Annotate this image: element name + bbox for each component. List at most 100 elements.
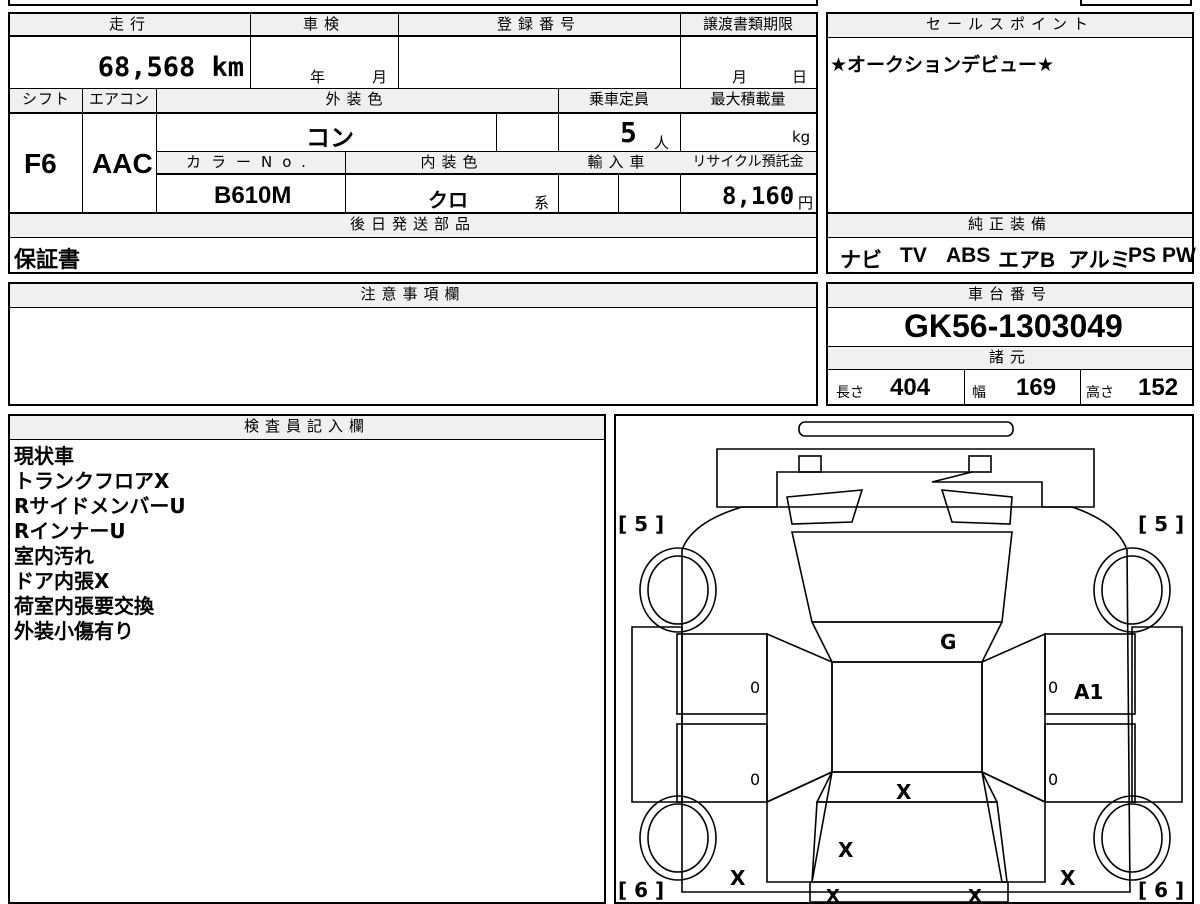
specs-header: 諸元 [828, 346, 1192, 370]
chassis-header: 車台番号 [828, 284, 1192, 308]
equipment-item-pw: PW [1162, 244, 1196, 267]
inspection-header: 車検 [250, 14, 398, 36]
top-stub-row-right [1080, 0, 1192, 6]
windshield [791, 531, 1013, 623]
damage-mark-bottom-left: X [826, 886, 840, 904]
inspector-line: 現状車 [14, 444, 74, 468]
damage-mark-left-rear-zero: 0 [750, 770, 761, 789]
shift-value: F6 [24, 148, 57, 179]
width-value: 169 [1016, 374, 1057, 401]
max-load-header: 最大積載量 [680, 89, 816, 113]
wheel-front-right [1093, 547, 1171, 633]
inspector-line: ドア内張X [14, 569, 110, 593]
notes-header: 注意事項欄 [10, 284, 816, 308]
equipment-item-ps: PS [1128, 244, 1157, 267]
wheel-rear-right-inner [1101, 803, 1163, 873]
mileage-value: 68,568 km [97, 52, 244, 83]
width-label: 幅 [972, 385, 986, 401]
interior-color-value: クロ [428, 188, 468, 212]
registration-header: 登録番号 [398, 14, 680, 36]
tire-depth-front-left: [ 5 ] [618, 512, 665, 536]
inspector-line: 荷室内張要交換 [14, 594, 154, 618]
roof [831, 661, 983, 773]
ac-header: エアコン [82, 89, 156, 113]
equipment-box: 純正装備 ナビ TV ABS エアB アルミ PS PW [826, 212, 1196, 274]
right-quarter [980, 770, 1046, 883]
wheel-front-right-inner [1101, 555, 1163, 625]
left-quarter [766, 770, 834, 883]
max-load-unit: kg [792, 128, 811, 146]
inspector-line: トランクフロアX [14, 469, 170, 493]
wheel-rear-left [639, 795, 717, 881]
deadline-header: 譲渡書類期限 [680, 14, 816, 36]
selling-points-text: ★オークションデビュー★ [830, 54, 1055, 76]
tire-depth-front-right: [ 5 ] [1138, 512, 1185, 536]
car-diagram [631, 421, 1183, 902]
left-front-fender [631, 626, 683, 803]
inspection-month-unit: 月 [372, 68, 388, 86]
height-label: 高さ [1086, 385, 1114, 401]
recycle-header: リサイクル預託金 [680, 152, 816, 174]
exterior-color-header: 外装色 [156, 89, 558, 113]
right-front-fender [1131, 626, 1183, 803]
spec-table: 走行 車検 登録番号 譲渡書類期限 68,568 km 年 月 月 日 シフト … [8, 12, 818, 214]
inspector-lines: 現状車 トランクフロアX RサイドメンバーU RインナーU 室内汚れ ドア内張X… [14, 444, 186, 644]
equipment-item-tv: TV [900, 244, 927, 267]
equipment-item-navi: ナビ [840, 249, 882, 272]
later-parts-header: 後日発送部品 [10, 214, 816, 238]
headlight-left [798, 455, 822, 473]
inspection-year-unit: 年 [310, 68, 326, 86]
damage-mark-bottom-right: X [968, 886, 982, 904]
damage-mark-hood: G [940, 630, 957, 654]
interior-color-header: 内装色 [346, 152, 558, 174]
equipment-item-airbag: エアB [998, 249, 1056, 272]
interior-color-suffix: 系 [534, 194, 550, 212]
car-diagram-box: [ 5 ] [ 5 ] [ 6 ] [ 6 ] G A1 0 0 0 0 X X… [614, 414, 1194, 904]
left-front-door [676, 633, 768, 715]
exterior-color-value: コン [306, 124, 354, 152]
color-no-value: B610M [214, 182, 292, 209]
import-header: 輸入車 [558, 152, 680, 174]
capacity-header: 乗車定員 [558, 89, 680, 113]
length-label: 長さ [836, 385, 864, 401]
tire-depth-rear-left: [ 6 ] [618, 878, 665, 902]
color-no-header: カラーNo. [157, 152, 345, 174]
left-rear-door [676, 723, 768, 803]
wheel-front-left-inner [647, 555, 709, 625]
headlight-right [968, 455, 992, 473]
mileage-header: 走行 [10, 14, 250, 36]
inspector-header: 検査員記入欄 [10, 416, 604, 440]
tire-depth-rear-right: [ 6 ] [1138, 878, 1185, 902]
shift-header: シフト [10, 89, 82, 113]
recycle-unit: 円 [798, 194, 814, 212]
wheel-rear-left-inner [647, 803, 709, 873]
chassis-number: GK56-1303049 [904, 308, 1123, 344]
height-value: 152 [1138, 374, 1179, 401]
inspector-line: RサイドメンバーU [14, 494, 186, 518]
selling-points-header: セールスポイント [828, 14, 1192, 38]
later-parts-text: 保証書 [14, 248, 81, 273]
inspector-box: 検査員記入欄 現状車 トランクフロアX RサイドメンバーU RインナーU 室内汚… [8, 414, 606, 904]
notes-box: 注意事項欄 [8, 282, 818, 406]
damage-mark-left-rear: X [730, 866, 746, 890]
damage-mark-tailgate: X [838, 838, 854, 862]
top-stub-row [8, 0, 818, 6]
hood [810, 621, 1004, 663]
inspector-line: 室内汚れ [14, 544, 94, 568]
length-value: 404 [890, 374, 931, 401]
damage-mark-right-rear: X [1060, 866, 1076, 890]
damage-mark-roof: X [896, 780, 912, 804]
inspector-line: 外装小傷有り [14, 619, 134, 643]
selling-points-box: セールスポイント ★オークションデビュー★ [826, 12, 1194, 214]
ac-value: AAC [92, 148, 153, 179]
recycle-value: 8,160 [722, 182, 795, 210]
wheel-rear-right [1093, 795, 1171, 881]
capacity-value: 5 [620, 116, 637, 149]
capacity-unit: 人 [654, 134, 670, 152]
damage-mark-right-front-zero: 0 [1048, 678, 1059, 697]
later-parts-box: 後日発送部品 保証書 [8, 212, 818, 274]
damage-mark-right-rear-zero: 0 [1048, 770, 1059, 789]
inspector-line: RインナーU [14, 519, 126, 543]
damage-mark-left-front-zero: 0 [750, 678, 761, 697]
front-bumper [716, 448, 1095, 508]
